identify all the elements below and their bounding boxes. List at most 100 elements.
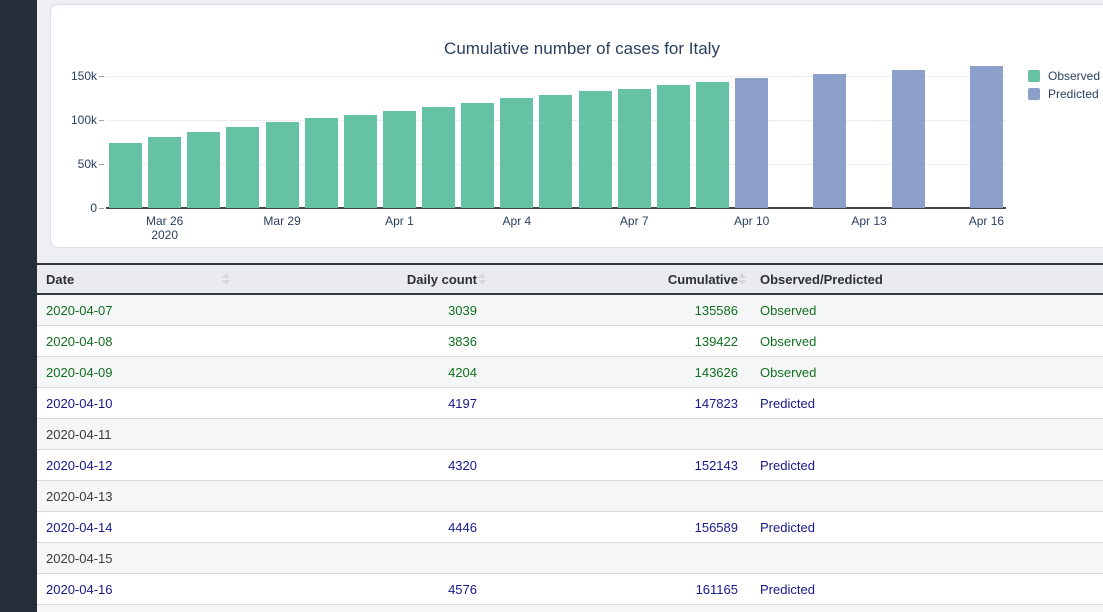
cell-observed-predicted: Observed (748, 295, 1103, 325)
legend-swatch-icon (1028, 88, 1040, 100)
column-header-daily-count-label: Daily count (407, 272, 477, 287)
bar-slot-2020-04-04 (497, 66, 536, 208)
y-tick-mark (99, 76, 104, 77)
cell-cumulative: 147823 (488, 388, 748, 418)
cell-daily-count: 3836 (238, 326, 488, 356)
cell-date: 2020-04-16 (37, 574, 238, 604)
bar-2020-04-08-observed[interactable] (657, 85, 690, 208)
bar-2020-04-09-observed[interactable] (696, 82, 729, 208)
cell-daily-count: 3039 (238, 295, 488, 325)
bar-2020-04-05-observed[interactable] (539, 95, 572, 208)
cell-daily-count: 4197 (238, 388, 488, 418)
cell-date: 2020-04-13 (37, 481, 238, 511)
cell-date: 2020-04-10 (37, 388, 238, 418)
table-row-2020-04-07: 2020-04-073039135586Observed (37, 295, 1103, 326)
cell-date: 2020-04-11 (37, 419, 238, 449)
bar-2020-04-12-predicted[interactable] (813, 74, 846, 208)
bar-slot-2020-04-07 (615, 66, 654, 208)
table-row-2020-04-16: 2020-04-164576161165Predicted (37, 574, 1103, 605)
cell-cumulative: 143626 (488, 357, 748, 387)
cell-date: 2020-04-08 (37, 326, 238, 356)
cell-observed-predicted: Predicted (748, 388, 1103, 418)
bar-2020-04-16-predicted[interactable] (970, 66, 1003, 208)
cell-observed-predicted: Predicted (748, 450, 1103, 480)
bar-2020-04-03-observed[interactable] (461, 103, 494, 208)
bar-2020-04-14-predicted[interactable] (892, 70, 925, 208)
column-header-cumulative[interactable]: Cumulative (488, 265, 748, 293)
bar-2020-04-06-observed[interactable] (579, 91, 612, 208)
cell-date: 2020-04-12 (37, 450, 238, 480)
sort-icon[interactable] (222, 273, 230, 285)
column-header-date[interactable]: Date (37, 265, 238, 293)
table-row-2020-04-14: 2020-04-144446156589Predicted (37, 512, 1103, 543)
cell-daily-count (238, 605, 488, 612)
chart-title: Cumulative number of cases for Italy (51, 39, 1103, 59)
cell-observed-predicted: Observed (748, 357, 1103, 387)
table-body: 2020-04-073039135586Observed2020-04-0838… (37, 295, 1103, 612)
cell-observed-predicted (748, 605, 1103, 612)
cell-date: 2020-04-17 (37, 605, 238, 612)
bar-2020-04-04-observed[interactable] (500, 98, 533, 208)
chart-card: Cumulative number of cases for Italy 050… (50, 4, 1103, 248)
cell-daily-count: 4446 (238, 512, 488, 542)
cell-cumulative: 139422 (488, 326, 748, 356)
cell-cumulative (488, 481, 748, 511)
bar-2020-03-31-observed[interactable] (344, 115, 377, 208)
cell-cumulative: 156589 (488, 512, 748, 542)
y-tick-mark (99, 164, 104, 165)
chart-plot-area (106, 66, 1006, 208)
bar-2020-03-30-observed[interactable] (305, 118, 338, 208)
x-tick-label: Apr 7 (620, 214, 649, 228)
bar-2020-03-25-observed[interactable] (109, 143, 142, 208)
table-row-2020-04-10: 2020-04-104197147823Predicted (37, 388, 1103, 419)
legend-item-predicted[interactable]: Predicted (1028, 85, 1100, 103)
bar-2020-03-27-observed[interactable] (187, 132, 220, 208)
cell-observed-predicted (748, 419, 1103, 449)
cell-cumulative: 152143 (488, 450, 748, 480)
column-header-observed-predicted-label: Observed/Predicted (760, 272, 883, 287)
bar-slot-2020-04-05 (536, 66, 575, 208)
cell-daily-count (238, 419, 488, 449)
bar-2020-03-28-observed[interactable] (226, 127, 259, 208)
bar-slot-2020-03-30 (302, 66, 341, 208)
table-row-2020-04-09: 2020-04-094204143626Observed (37, 357, 1103, 388)
bar-slot-2020-03-28 (223, 66, 262, 208)
cell-cumulative: 161165 (488, 574, 748, 604)
bar-slot-2020-03-31 (341, 66, 380, 208)
bar-2020-04-10-predicted[interactable] (735, 78, 768, 208)
table-row-2020-04-13: 2020-04-13 (37, 481, 1103, 512)
x-tick-label: Apr 1 (385, 214, 414, 228)
cell-observed-predicted (748, 543, 1103, 573)
cell-date: 2020-04-09 (37, 357, 238, 387)
bar-2020-04-02-observed[interactable] (422, 107, 455, 208)
table-row-2020-04-17: 2020-04-17 (37, 605, 1103, 612)
legend-swatch-icon (1028, 70, 1040, 82)
table-row-2020-04-11: 2020-04-11 (37, 419, 1103, 450)
bar-2020-03-29-observed[interactable] (266, 122, 299, 208)
cell-cumulative (488, 605, 748, 612)
sort-icon[interactable] (478, 273, 486, 285)
cell-observed-predicted (748, 481, 1103, 511)
sort-icon[interactable] (738, 273, 746, 285)
cell-cumulative (488, 543, 748, 573)
legend-item-observed[interactable]: Observed (1028, 67, 1100, 85)
bar-slot-2020-03-29 (263, 66, 302, 208)
x-tick-label: Apr 13 (851, 214, 886, 228)
x-tick-label: Mar 29 (263, 214, 300, 228)
cell-daily-count: 4576 (238, 574, 488, 604)
bar-slot-2020-04-13 (849, 66, 888, 208)
cell-daily-count (238, 543, 488, 573)
bar-2020-04-01-observed[interactable] (383, 111, 416, 208)
table-row-2020-04-08: 2020-04-083836139422Observed (37, 326, 1103, 357)
bar-2020-03-26-observed[interactable] (148, 137, 181, 208)
legend-label: Observed (1048, 69, 1100, 83)
bar-2020-04-07-observed[interactable] (618, 89, 651, 208)
cell-daily-count (238, 481, 488, 511)
y-tick-label: 50k (57, 157, 97, 171)
sidebar (0, 0, 37, 612)
bar-slot-2020-04-12 (810, 66, 849, 208)
cell-date: 2020-04-07 (37, 295, 238, 325)
column-header-daily-count[interactable]: Daily count (238, 265, 488, 293)
bar-slot-2020-03-26 (145, 66, 184, 208)
column-header-observed-predicted: Observed/Predicted (748, 265, 1103, 293)
